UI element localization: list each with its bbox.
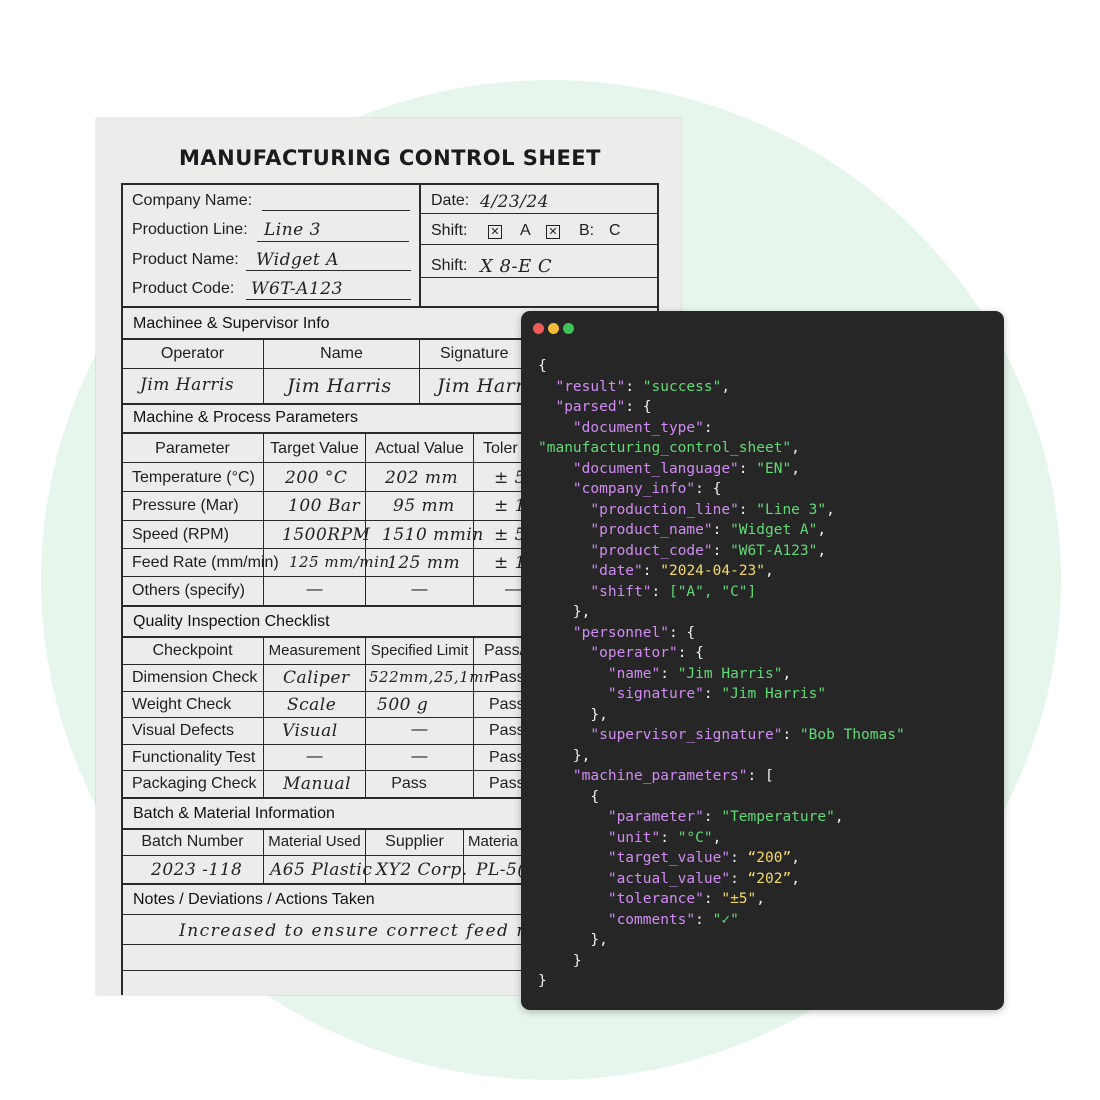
param-row-actual: 125 mm	[387, 553, 461, 573]
notes-section-title: Notes / Deviations / Actions Taken	[133, 891, 375, 908]
col-actual-value: Actual Value	[375, 440, 464, 457]
check-row-label: Functionality Test	[132, 749, 256, 766]
param-row-label: Feed Rate (mm/min)	[132, 554, 279, 571]
name-value: Jim Harris	[287, 375, 392, 397]
check-row-measurement: Visual	[282, 721, 338, 741]
machine-section-title: Machine & Process Parameters	[133, 409, 358, 426]
shift-b-label: B:	[579, 222, 595, 239]
col-signature: Signature	[440, 345, 509, 362]
minimize-dot-icon[interactable]	[548, 323, 559, 334]
col-supplier: Supplier	[385, 833, 444, 850]
date-value: 4/23/24	[480, 192, 550, 212]
operator-value: Jim Harris	[140, 375, 235, 395]
check-row-measurement: —	[306, 748, 323, 765]
col-name: Name	[320, 345, 363, 362]
personnel-section-title: Machinee & Supervisor Info	[133, 315, 330, 332]
batch-section-title: Batch & Material Information	[133, 805, 335, 822]
param-row-actual: 95 mm	[393, 496, 455, 516]
check-row-pass: Pass	[489, 775, 525, 792]
col-parameter: Parameter	[155, 440, 230, 457]
param-row-actual: 1510 mmin	[382, 525, 484, 545]
param-row-target: 100 Bar	[288, 496, 361, 516]
check-row-pass: Pass	[489, 749, 525, 766]
check-row-limit: —	[411, 748, 428, 765]
param-row-target: 200 °C	[285, 468, 348, 488]
col-target-value: Target Value	[270, 440, 359, 457]
sheet-title: MANUFACTURING CONTROL SHEET	[179, 146, 601, 170]
check-row-limit: 522mm,25,1mn	[369, 668, 495, 686]
check-row-pass: Pass	[489, 722, 525, 739]
param-row-actual: 202 mm	[385, 468, 459, 488]
col-operator: Operator	[160, 345, 225, 362]
product-code-value: W6T-A123	[251, 279, 343, 299]
check-row-label: Visual Defects	[132, 722, 234, 739]
param-row-target: 125 mm/min	[289, 553, 390, 571]
col-material: Materia	[468, 833, 519, 850]
col-batch-number: Batch Number	[141, 833, 244, 850]
date-label: Date:	[431, 192, 470, 209]
product-name-label: Product Name:	[132, 251, 239, 268]
check-row-label: Packaging Check	[132, 775, 257, 792]
production-line-label: Production Line:	[132, 221, 248, 238]
product-code-label: Product Code:	[132, 280, 235, 297]
shift-b-checkbox: ✕	[546, 225, 560, 239]
col-measurement: Measurement	[268, 642, 361, 659]
production-line-value: Line 3	[264, 220, 321, 240]
check-row-limit: 500 g	[377, 695, 429, 715]
check-row-label: Dimension Check	[132, 669, 258, 686]
param-row-actual: —	[411, 581, 428, 598]
supplier-value: XY2 Corp.	[376, 860, 468, 880]
col-pass: Pass/	[484, 642, 525, 659]
param-row-target: 1500RPM	[282, 525, 371, 545]
check-row-pass: Pass	[489, 696, 525, 713]
material-code-value: PL-5(	[476, 860, 525, 880]
param-row-label: Others (specify)	[132, 582, 245, 599]
batch-number-value: 2023 -118	[151, 860, 243, 880]
col-tolerance: Toler	[483, 440, 518, 457]
check-row-measurement: Scale	[287, 695, 337, 715]
check-row-label: Weight Check	[132, 696, 232, 713]
material-used-value: A65 Plastic	[270, 860, 373, 880]
col-material-used: Material Used	[268, 833, 361, 850]
shift-c-label: C	[609, 222, 621, 239]
check-row-limit: Pass	[391, 775, 427, 792]
shift-a-label: A	[520, 222, 531, 239]
param-row-label: Temperature (°C)	[132, 469, 255, 486]
col-specified-limit: Specified Limit	[370, 642, 469, 659]
json-code: { "result": "success", "parsed": { "docu…	[538, 358, 905, 989]
check-row-measurement: Manual	[283, 774, 352, 794]
company-name-label: Company Name:	[132, 192, 253, 209]
param-row-target: —	[306, 581, 323, 598]
param-row-label: Speed (RPM)	[132, 526, 229, 543]
maximize-dot-icon[interactable]	[563, 323, 574, 334]
close-dot-icon[interactable]	[533, 323, 544, 334]
quality-section-title: Quality Inspection Checklist	[133, 613, 330, 630]
check-row-limit: —	[411, 721, 428, 738]
shift2-label: Shift:	[431, 257, 468, 274]
check-row-pass: Pass	[489, 669, 525, 686]
shift2-value: X 8-E C	[480, 256, 553, 277]
check-row-measurement: Caliper	[283, 668, 350, 688]
col-checkpoint: Checkpoint	[152, 642, 233, 659]
product-name-value: Widget A	[256, 250, 339, 270]
param-row-tolerance: —	[505, 581, 521, 598]
shift-label: Shift:	[431, 222, 468, 239]
param-row-label: Pressure (Mar)	[132, 497, 239, 514]
shift-a-checkbox: ✕	[488, 225, 502, 239]
notes-text: Increased to ensure correct feed rate	[179, 921, 558, 941]
